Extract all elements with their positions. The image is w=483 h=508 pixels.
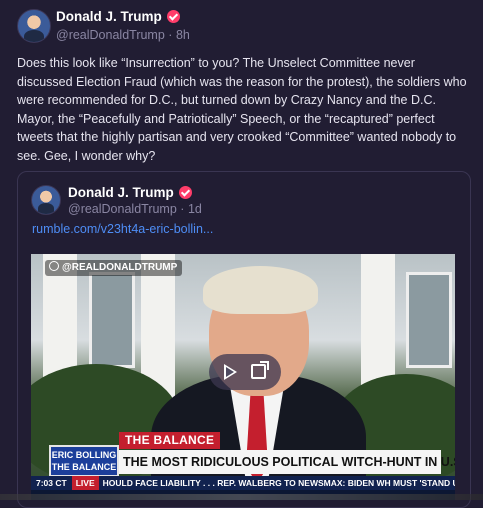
post-time[interactable]: 8h (176, 28, 190, 42)
ticker-time: 7:03 CT (36, 478, 67, 488)
lower-third-tag: THE BALANCE (119, 432, 221, 449)
quoted-author-meta: @realDonaldTrump · 1d (68, 202, 202, 216)
watermark-icon (49, 261, 59, 271)
lower-third-headline: THE MOST RIDICULOUS POLITICAL WITCH-HUNT… (119, 450, 455, 474)
quoted-link[interactable]: rumble.com/v23ht4a-eric-bollin... (32, 222, 213, 236)
meta-separator: · (180, 202, 185, 216)
author-name[interactable]: Donald J. Trump (56, 9, 162, 24)
watermark-text: @REALDONALDTRUMP (62, 262, 178, 273)
news-ticker: 7:03 CT LIVE HOULD FACE LIABILITY . . . RE… (31, 476, 455, 490)
video-watermark: @REALDONALDTRUMP (45, 260, 183, 276)
video-controls (209, 354, 281, 390)
author-name-row[interactable]: Donald J. Trump (56, 9, 180, 24)
background-window (89, 272, 135, 368)
speaker-hair (203, 266, 318, 314)
author-meta: @realDonaldTrump · 8h (56, 28, 190, 42)
quoted-author-handle[interactable]: @realDonaldTrump (68, 202, 177, 216)
bottom-edge (0, 494, 483, 500)
ticker-text: HOULD FACE LIABILITY . . . REP. WALBERG … (102, 478, 455, 488)
meta-separator: · (168, 28, 173, 42)
video-embed[interactable]: @REALDONALDTRUMP ERIC BOLLING THE BALANC… (31, 254, 455, 500)
quoted-post-time[interactable]: 1d (188, 202, 202, 216)
show-logo: ERIC BOLLING THE BALANCE (49, 445, 119, 477)
external-link-icon[interactable] (251, 361, 269, 379)
ticker-live-badge: LIVE (71, 476, 99, 490)
post-text: Does this look like “Insurrection” to yo… (17, 56, 467, 163)
background-window (406, 272, 452, 368)
quoted-author-name-row[interactable]: Donald J. Trump (68, 185, 192, 200)
verified-badge-icon (166, 10, 180, 23)
post: Donald J. Trump @realDonaldTrump · 8h Do… (0, 0, 483, 508)
quoted-author-name[interactable]: Donald J. Trump (68, 185, 174, 200)
author-handle[interactable]: @realDonaldTrump (56, 28, 165, 42)
verified-badge-icon (178, 186, 192, 199)
author-avatar[interactable] (17, 9, 51, 43)
play-icon[interactable] (224, 364, 237, 380)
quoted-author-avatar[interactable] (31, 185, 61, 215)
